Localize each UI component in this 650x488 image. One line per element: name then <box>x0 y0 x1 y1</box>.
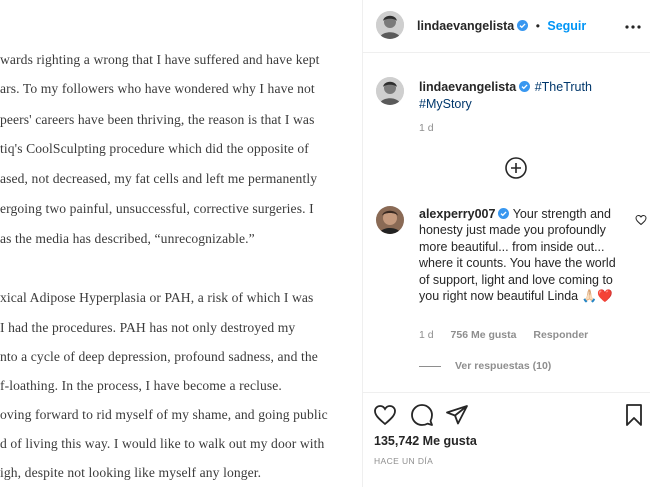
verified-badge-icon <box>519 81 531 92</box>
letter-line: nto a cycle of deep depression, profound… <box>0 349 318 364</box>
comment-age: 1 d <box>419 329 434 341</box>
letter-line: peers' careers have been thriving, the r… <box>0 112 315 127</box>
post-details-panel: lindaevangelista • Seguir lindaevangelis… <box>362 0 650 487</box>
verified-badge-icon <box>498 208 510 219</box>
avatar[interactable] <box>376 11 404 39</box>
follow-button[interactable]: Seguir <box>547 19 586 33</box>
share-button[interactable] <box>445 403 469 427</box>
header-separator: • <box>535 19 540 33</box>
bookmark-icon <box>626 404 642 426</box>
comment-body: alexperry007 Your strength and honesty j… <box>419 206 619 304</box>
comment-emojis: 🙏🏻❤️ <box>581 289 613 304</box>
letter-line: tiq's CoolSculpting procedure which did … <box>0 141 309 156</box>
heart-icon <box>374 405 396 426</box>
comment-button[interactable] <box>410 403 434 427</box>
letter-line: d of living this way. I would like to wa… <box>0 436 325 451</box>
paper-plane-icon <box>446 405 468 425</box>
view-replies-button[interactable]: Ver respuestas (10) <box>419 360 551 372</box>
letter-line: wards righting a wrong that I have suffe… <box>0 52 320 67</box>
letter-line: ased, not decreased, my fat cells and le… <box>0 171 318 186</box>
post-timestamp: HACE UN DÍA <box>374 456 434 466</box>
post-header: lindaevangelista • Seguir <box>363 0 650 53</box>
hashtag-the-truth[interactable]: #TheTruth <box>535 80 592 94</box>
caption-age: 1 d <box>419 122 434 134</box>
more-options-icon[interactable] <box>625 20 641 32</box>
caption-avatar[interactable] <box>376 77 404 105</box>
comment-meta: 1 d 756 Me gusta Responder <box>419 329 602 341</box>
view-replies-label: Ver respuestas (10) <box>455 360 552 372</box>
verified-badge-icon <box>517 20 529 31</box>
header-username[interactable]: lindaevangelista <box>417 19 514 33</box>
post-image: wards righting a wrong that I have suffe… <box>0 0 362 487</box>
caption: lindaevangelista #TheTruth #MyStory 1 d <box>363 53 650 149</box>
plus-circle-icon <box>505 157 527 179</box>
letter-line: oving forward to rid myself of my shame,… <box>0 407 328 422</box>
letter-line: f-loathing. In the process, I have becom… <box>0 378 282 393</box>
comment-like-heart-icon[interactable] <box>635 213 647 226</box>
letter-line: as the media has described, “unrecogniza… <box>0 231 255 246</box>
comment-username[interactable]: alexperry007 <box>419 207 495 221</box>
letter-line: xical Adipose Hyperplasia or PAH, a risk… <box>0 290 314 305</box>
letter-line: ars. To my followers who have wondered w… <box>0 81 315 96</box>
reply-button[interactable]: Responder <box>533 329 588 341</box>
load-more-comments-button[interactable] <box>504 156 528 180</box>
letter-text: wards righting a wrong that I have suffe… <box>0 0 362 487</box>
likes-count[interactable]: 135,742 Me gusta <box>374 434 477 448</box>
comment-likes[interactable]: 756 Me gusta <box>451 329 517 341</box>
letter-line: I had the procedures. PAH has not only d… <box>0 320 296 335</box>
letter-line: ergoing two painful, unsuccessful, corre… <box>0 201 314 216</box>
post-actions: 135,742 Me gusta HACE UN DÍA <box>363 392 650 488</box>
replies-divider <box>419 365 441 367</box>
caption-username[interactable]: lindaevangelista <box>419 80 516 94</box>
save-button[interactable] <box>622 403 646 427</box>
hashtag-my-story[interactable]: #MyStory <box>419 97 472 111</box>
letter-line: igh, despite not looking like myself any… <box>0 465 262 480</box>
like-button[interactable] <box>373 403 397 427</box>
comment-avatar[interactable] <box>376 206 404 234</box>
comment-bubble-icon <box>411 404 433 426</box>
